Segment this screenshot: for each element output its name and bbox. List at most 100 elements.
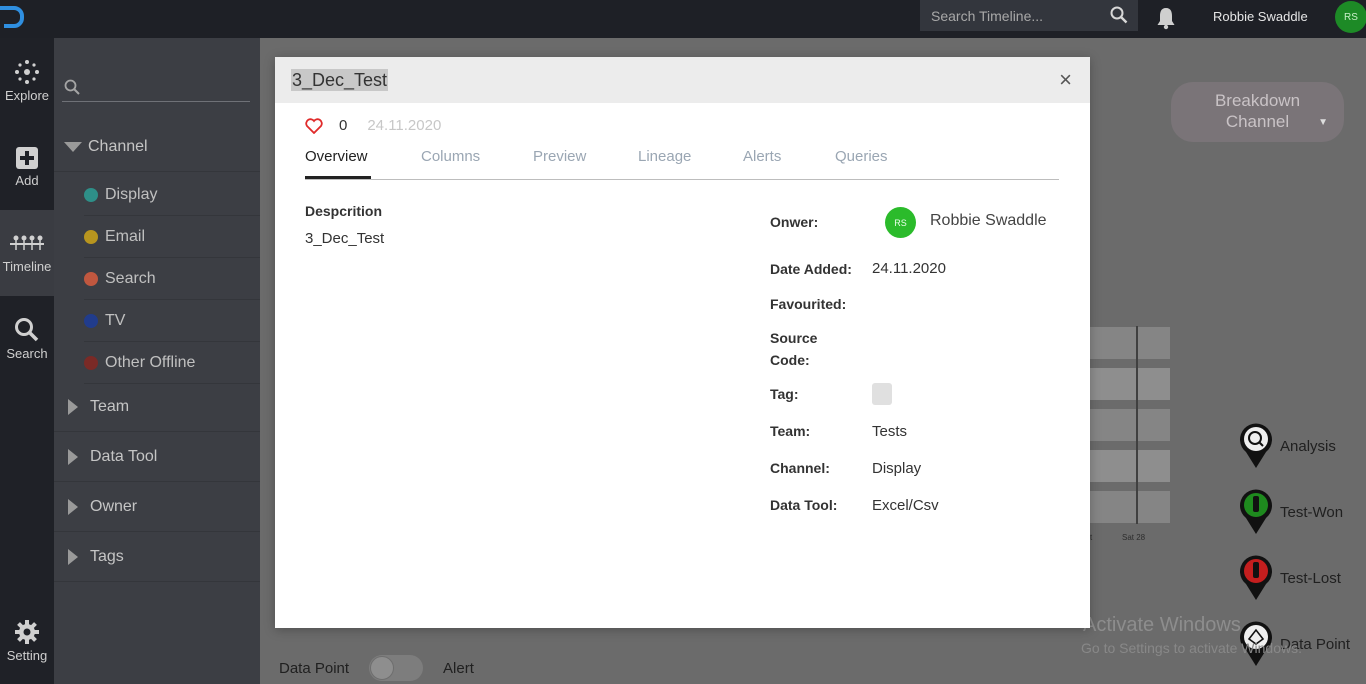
nav-setting-label: Setting (6, 648, 48, 663)
tab-queries[interactable]: Queries (835, 148, 888, 180)
test-won-marker-icon (1240, 489, 1272, 534)
timeline-search-input[interactable] (931, 7, 1107, 24)
filter-group-label: Team (90, 397, 130, 415)
add-icon (16, 147, 38, 169)
description-value: 3_Dec_Test (305, 230, 385, 247)
legend-test-lost[interactable]: Test-Lost (1238, 554, 1366, 602)
active-tab-indicator (305, 176, 371, 179)
legend-label: Analysis (1280, 437, 1336, 455)
windows-watermark-subtitle: Go to Settings to activate Windows. (1081, 640, 1302, 656)
owner-name: Robbie Swaddle (930, 212, 1047, 229)
filter-panel: Channel Display Email Search TV Other Of… (54, 38, 260, 684)
user-avatar[interactable]: RS (1335, 1, 1366, 33)
user-name[interactable]: Robbie Swaddle (1213, 9, 1308, 24)
channel-value: Display (872, 460, 922, 477)
filter-group-channel-label: Channel (88, 137, 148, 155)
source-code-label: Source Code: (770, 327, 860, 371)
axis-tick-label: Sat 28 (1122, 533, 1146, 542)
filter-channel-search[interactable]: Search (84, 258, 260, 300)
search-icon (64, 79, 80, 95)
favourited-label: Favourited: (770, 296, 847, 312)
explore-icon (15, 60, 39, 84)
nav-search[interactable]: Search (0, 296, 54, 382)
timeline-bar (1090, 327, 1170, 359)
filter-channel-label: Search (105, 269, 156, 287)
bell-icon[interactable] (1155, 6, 1177, 30)
filter-channel-label: TV (105, 311, 126, 329)
owner-avatar: RS (885, 207, 916, 238)
nav-setting[interactable]: Setting (0, 598, 54, 684)
nav-explore[interactable]: Explore (0, 38, 54, 124)
filter-search-input[interactable] (84, 78, 244, 94)
timeline-bar (1090, 491, 1170, 523)
filter-group-label: Owner (90, 497, 138, 515)
filter-group-data-tool[interactable]: Data Tool (54, 432, 260, 482)
modal-title[interactable]: 3_Dec_Test (291, 69, 389, 91)
channel-color-dot (84, 187, 98, 202)
filter-channel-email[interactable]: Email (84, 216, 260, 258)
filter-channel-other-offline[interactable]: Other Offline (84, 342, 260, 384)
dropdown-arrow-icon: ▼ (1318, 117, 1328, 128)
timeline-bar (1090, 368, 1170, 400)
tab-columns[interactable]: Columns (421, 148, 480, 180)
timeline-bar (1090, 409, 1170, 441)
chevron-right-icon (68, 548, 78, 565)
datapoint-alert-toggle-bar: Data Point Alert (279, 655, 474, 681)
tab-preview[interactable]: Preview (533, 148, 586, 180)
filter-group-tags[interactable]: Tags (54, 532, 260, 582)
modal-meta-row: 0 24.11.2020 (305, 117, 441, 134)
filter-channel-label: Other Offline (105, 353, 196, 371)
like-count: 0 (339, 117, 348, 134)
nav-timeline[interactable]: Timeline (0, 210, 54, 296)
source-code-label-line: Code: (770, 352, 810, 368)
owner-label: Onwer: (770, 214, 819, 230)
heart-icon[interactable] (305, 117, 323, 134)
legend-label: Test-Lost (1280, 569, 1341, 587)
data-point-alert-toggle[interactable] (369, 655, 424, 681)
data-point-label: Data Point (279, 659, 350, 677)
filter-channel-label: Email (105, 227, 146, 245)
nav-timeline-label: Timeline (2, 259, 52, 274)
team-value: Tests (872, 423, 908, 440)
timeline-search-box[interactable] (920, 0, 1138, 31)
search-icon[interactable] (1110, 6, 1128, 24)
legend-label: Test-Won (1280, 503, 1344, 521)
tag-chip[interactable] (872, 383, 892, 405)
top-bar: Robbie Swaddle RS (0, 0, 1366, 38)
filter-channel-display[interactable]: Display (84, 174, 260, 216)
gear-icon (15, 620, 39, 644)
modal-tabs: Overview Columns Preview Lineage Alerts … (305, 146, 1059, 180)
channel-label: Channel: (770, 460, 830, 476)
nav-search-label: Search (6, 346, 48, 361)
test-lost-marker-icon (1240, 555, 1272, 600)
chevron-right-icon (68, 398, 78, 415)
legend-analysis[interactable]: Analysis (1238, 422, 1366, 470)
filter-group-owner[interactable]: Owner (54, 482, 260, 532)
filter-group-team[interactable]: Team (54, 382, 260, 432)
filter-channel-label: Display (105, 185, 158, 203)
nav-explore-label: Explore (4, 88, 50, 103)
dataset-detail-modal: 3_Dec_Test × 0 24.11.2020 Overview Colum… (275, 57, 1090, 628)
tag-label: Tag: (770, 386, 799, 402)
legend-test-won[interactable]: Test-Won (1238, 488, 1366, 536)
close-icon[interactable]: × (1059, 69, 1072, 91)
timeline-icon (10, 235, 44, 250)
breakdown-channel-dropdown[interactable]: Breakdown Channel ▼ (1171, 82, 1344, 142)
filter-group-channel[interactable]: Channel (54, 122, 260, 172)
channel-color-dot (84, 229, 98, 244)
modal-header: 3_Dec_Test × (275, 57, 1090, 103)
tab-alerts[interactable]: Alerts (743, 148, 781, 180)
windows-watermark-title: Activate Windows (1083, 614, 1241, 636)
filter-channel-tv[interactable]: TV (84, 300, 260, 342)
description-label: Despcrition (305, 203, 383, 219)
app-logo-icon[interactable] (0, 3, 26, 31)
data-tool-label: Data Tool: (770, 497, 838, 513)
tab-lineage[interactable]: Lineage (638, 148, 691, 180)
search-icon (15, 318, 39, 342)
filter-search-box[interactable] (62, 76, 250, 102)
created-date: 24.11.2020 (367, 117, 442, 134)
source-code-label-line: Source (770, 330, 818, 346)
team-label: Team: (770, 423, 811, 439)
nav-add[interactable]: Add (0, 124, 54, 210)
channel-color-dot (84, 271, 98, 286)
